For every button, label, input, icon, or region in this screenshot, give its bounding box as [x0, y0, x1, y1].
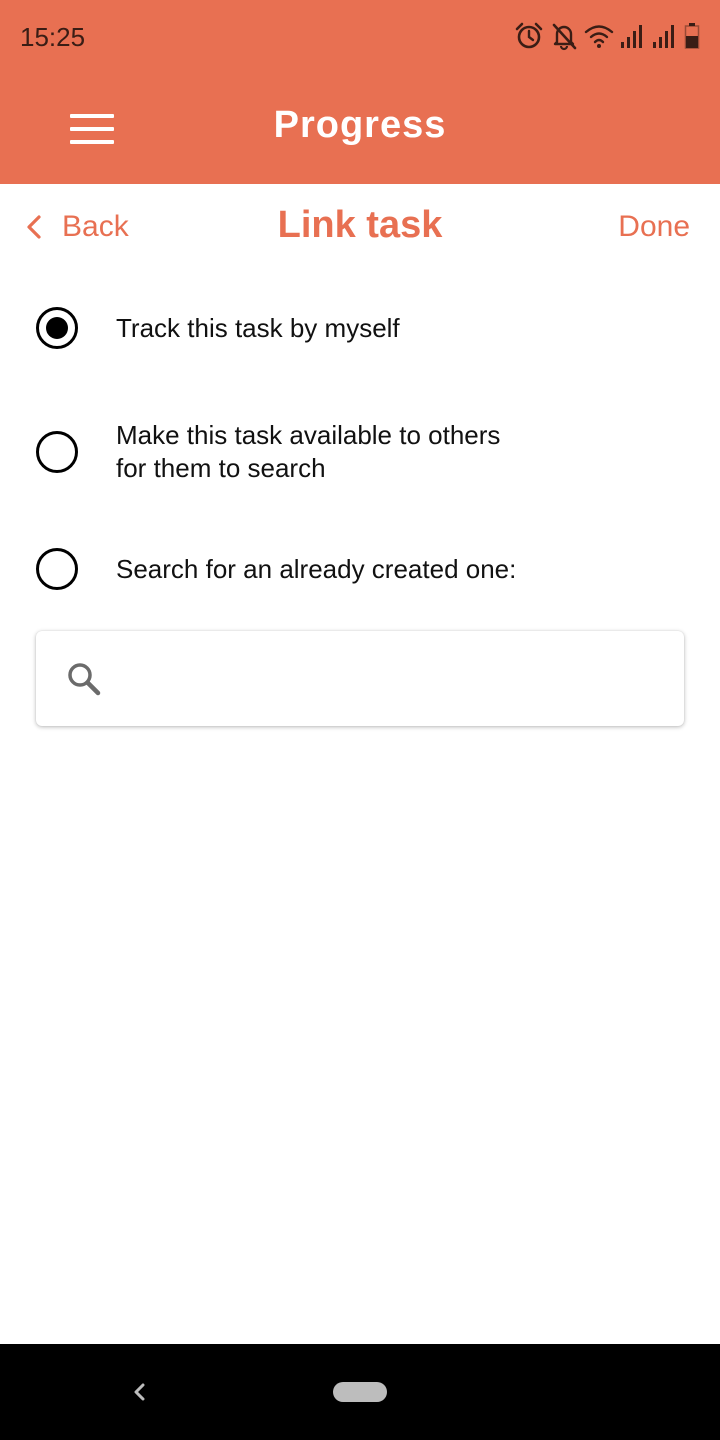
app-title: Progress	[273, 104, 447, 146]
radio-track-myself[interactable]	[36, 307, 78, 349]
radio-make-available[interactable]	[36, 431, 78, 473]
signal-icon	[652, 22, 678, 50]
option-label: Search for an already created one:	[116, 553, 517, 584]
status-icons	[514, 20, 700, 52]
option-label-line: Make this task available to others	[116, 420, 501, 450]
option-label-line: for them to search	[116, 453, 326, 483]
option-search-existing[interactable]: Search for an already created one:	[36, 548, 516, 590]
option-track-myself[interactable]: Track this task by myself	[36, 307, 400, 349]
radio-search-existing[interactable]	[36, 548, 78, 590]
done-button[interactable]: Done	[618, 210, 690, 244]
home-pill-icon[interactable]	[333, 1382, 387, 1402]
search-box[interactable]	[36, 631, 684, 726]
wifi-icon	[584, 22, 614, 50]
search-icon	[64, 659, 104, 704]
system-nav-bar	[0, 1344, 720, 1440]
page-title: Link task	[277, 204, 443, 246]
option-make-available[interactable]: Make this task available to others for t…	[36, 419, 500, 485]
subnav: Back Link task Done	[0, 184, 720, 274]
alarm-icon	[514, 21, 544, 51]
signal-icon	[620, 22, 646, 50]
option-label: Make this task available to others for t…	[116, 419, 500, 485]
app-bar: Progress	[0, 76, 720, 184]
battery-low-icon	[684, 22, 700, 50]
option-label: Track this task by myself	[116, 312, 400, 343]
notifications-off-icon	[550, 21, 578, 51]
status-bar: 15:25	[0, 0, 720, 76]
status-time: 15:25	[20, 22, 86, 52]
search-input[interactable]	[116, 651, 660, 708]
back-icon[interactable]	[130, 1378, 148, 1411]
